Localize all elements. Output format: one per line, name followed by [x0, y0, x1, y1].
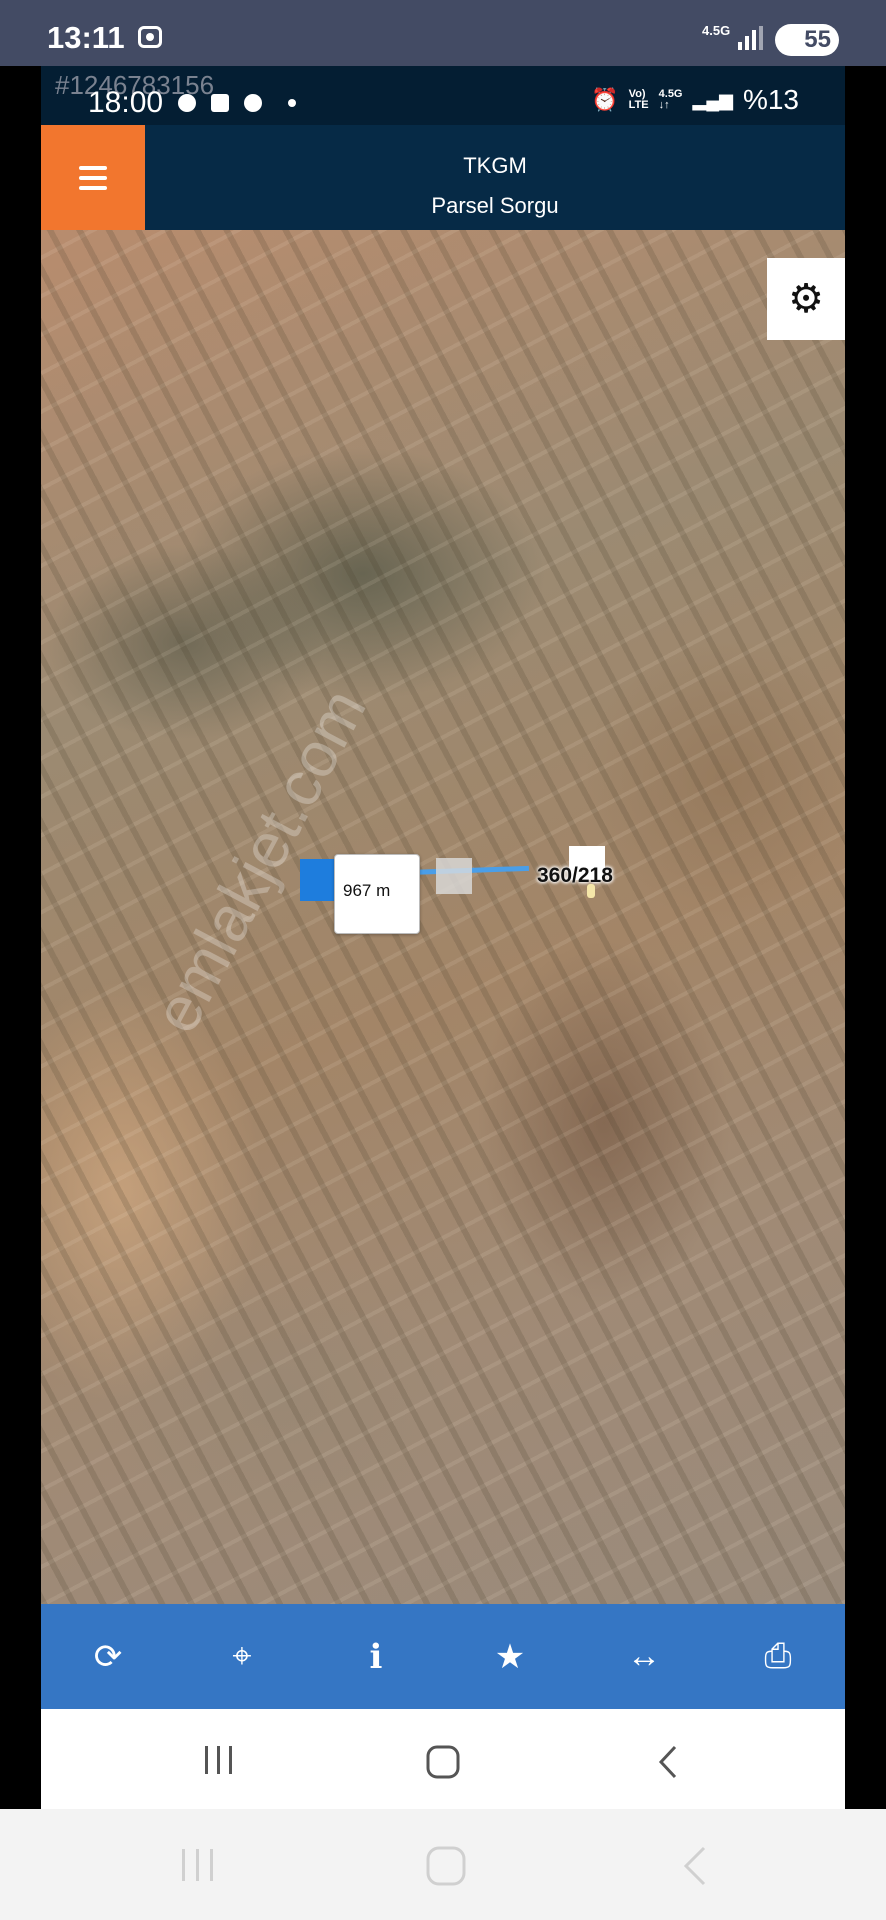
measure-icon: ↔: [627, 1637, 661, 1675]
battery-icon: 55: [775, 24, 839, 56]
print-button[interactable]: ⎙: [711, 1604, 845, 1709]
embedded-screenshot: #1246783156 18:00 ⏰ Vo) LTE 4.5G ↓↑ ▂▄▆ %1…: [41, 66, 845, 1809]
gallery-icon: [211, 94, 229, 112]
map-imagery: [41, 230, 845, 1604]
info-button[interactable]: i: [309, 1604, 443, 1709]
chrome-icon: [244, 94, 262, 112]
inner-status-right: ⏰ Vo) LTE 4.5G ↓↑ ▂▄▆ %13: [591, 84, 799, 116]
dot-icon: [288, 99, 296, 107]
info-icon: i: [369, 1636, 383, 1677]
volte-icon: Vo) LTE: [628, 88, 649, 111]
signal-icon: ▂▄▆: [692, 89, 733, 110]
measure-point-marker[interactable]: [436, 858, 472, 894]
network-type-icon: 4.5G ↓↑: [658, 88, 683, 111]
distance-label: 967 m: [343, 881, 391, 900]
favorite-button[interactable]: ★: [443, 1604, 577, 1709]
network-type-icon: 4.5G: [702, 23, 731, 38]
home-icon[interactable]: [425, 1845, 467, 1887]
map-toolbar: ⟳ ⌖ i ★ ↔ ⎙: [41, 1604, 845, 1709]
hamburger-menu-button[interactable]: [41, 125, 145, 230]
back-icon[interactable]: [680, 1845, 710, 1887]
battery-percent: %13: [742, 84, 799, 115]
parcel-number-label: 360/218: [537, 864, 613, 887]
app-title: TKGM: [463, 153, 527, 178]
location-marker: [300, 859, 338, 901]
locate-button[interactable]: ⌖: [175, 1604, 309, 1709]
inner-navigation-bar: [41, 1709, 845, 1809]
locate-icon: ⌖: [232, 1637, 252, 1675]
outer-clock: 13:11: [47, 20, 125, 55]
outer-navigation-bar: [0, 1809, 886, 1920]
recent-apps-icon[interactable]: [178, 1847, 218, 1883]
inner-status-bar: #1246783156 18:00 ⏰ Vo) LTE 4.5G ↓↑ ▂▄▆ %1…: [41, 66, 845, 125]
satellite-map[interactable]: emlakjet.com ⚙ 967 m 360/218: [41, 230, 845, 1604]
parcel-pin: [587, 884, 595, 898]
menu-icon: [79, 165, 107, 170]
settings-button[interactable]: ⚙: [767, 258, 845, 340]
refresh-button[interactable]: ⟳: [41, 1604, 175, 1709]
recent-apps-icon[interactable]: [201, 1744, 237, 1776]
refresh-icon: ⟳: [93, 1637, 123, 1676]
measure-button[interactable]: ↔: [577, 1604, 711, 1709]
signal-icon: [738, 26, 763, 50]
app-header: TKGM Parsel Sorgu: [41, 125, 845, 230]
gear-icon: ⚙: [788, 277, 824, 321]
distance-tooltip: 967 m: [334, 854, 420, 934]
screenshot-icon: [138, 26, 162, 48]
alarm-icon: ⏰: [591, 87, 619, 112]
home-icon[interactable]: [425, 1744, 461, 1780]
inner-clock: 18:00: [88, 86, 164, 119]
print-icon: ⎙: [764, 1637, 792, 1675]
app-notification-icon: [178, 94, 196, 112]
app-subtitle: Parsel Sorgu: [431, 193, 559, 218]
star-icon: ★: [494, 1637, 526, 1676]
outer-status-bar: 13:11 4.5G 55: [0, 0, 886, 66]
back-icon[interactable]: [655, 1744, 681, 1780]
